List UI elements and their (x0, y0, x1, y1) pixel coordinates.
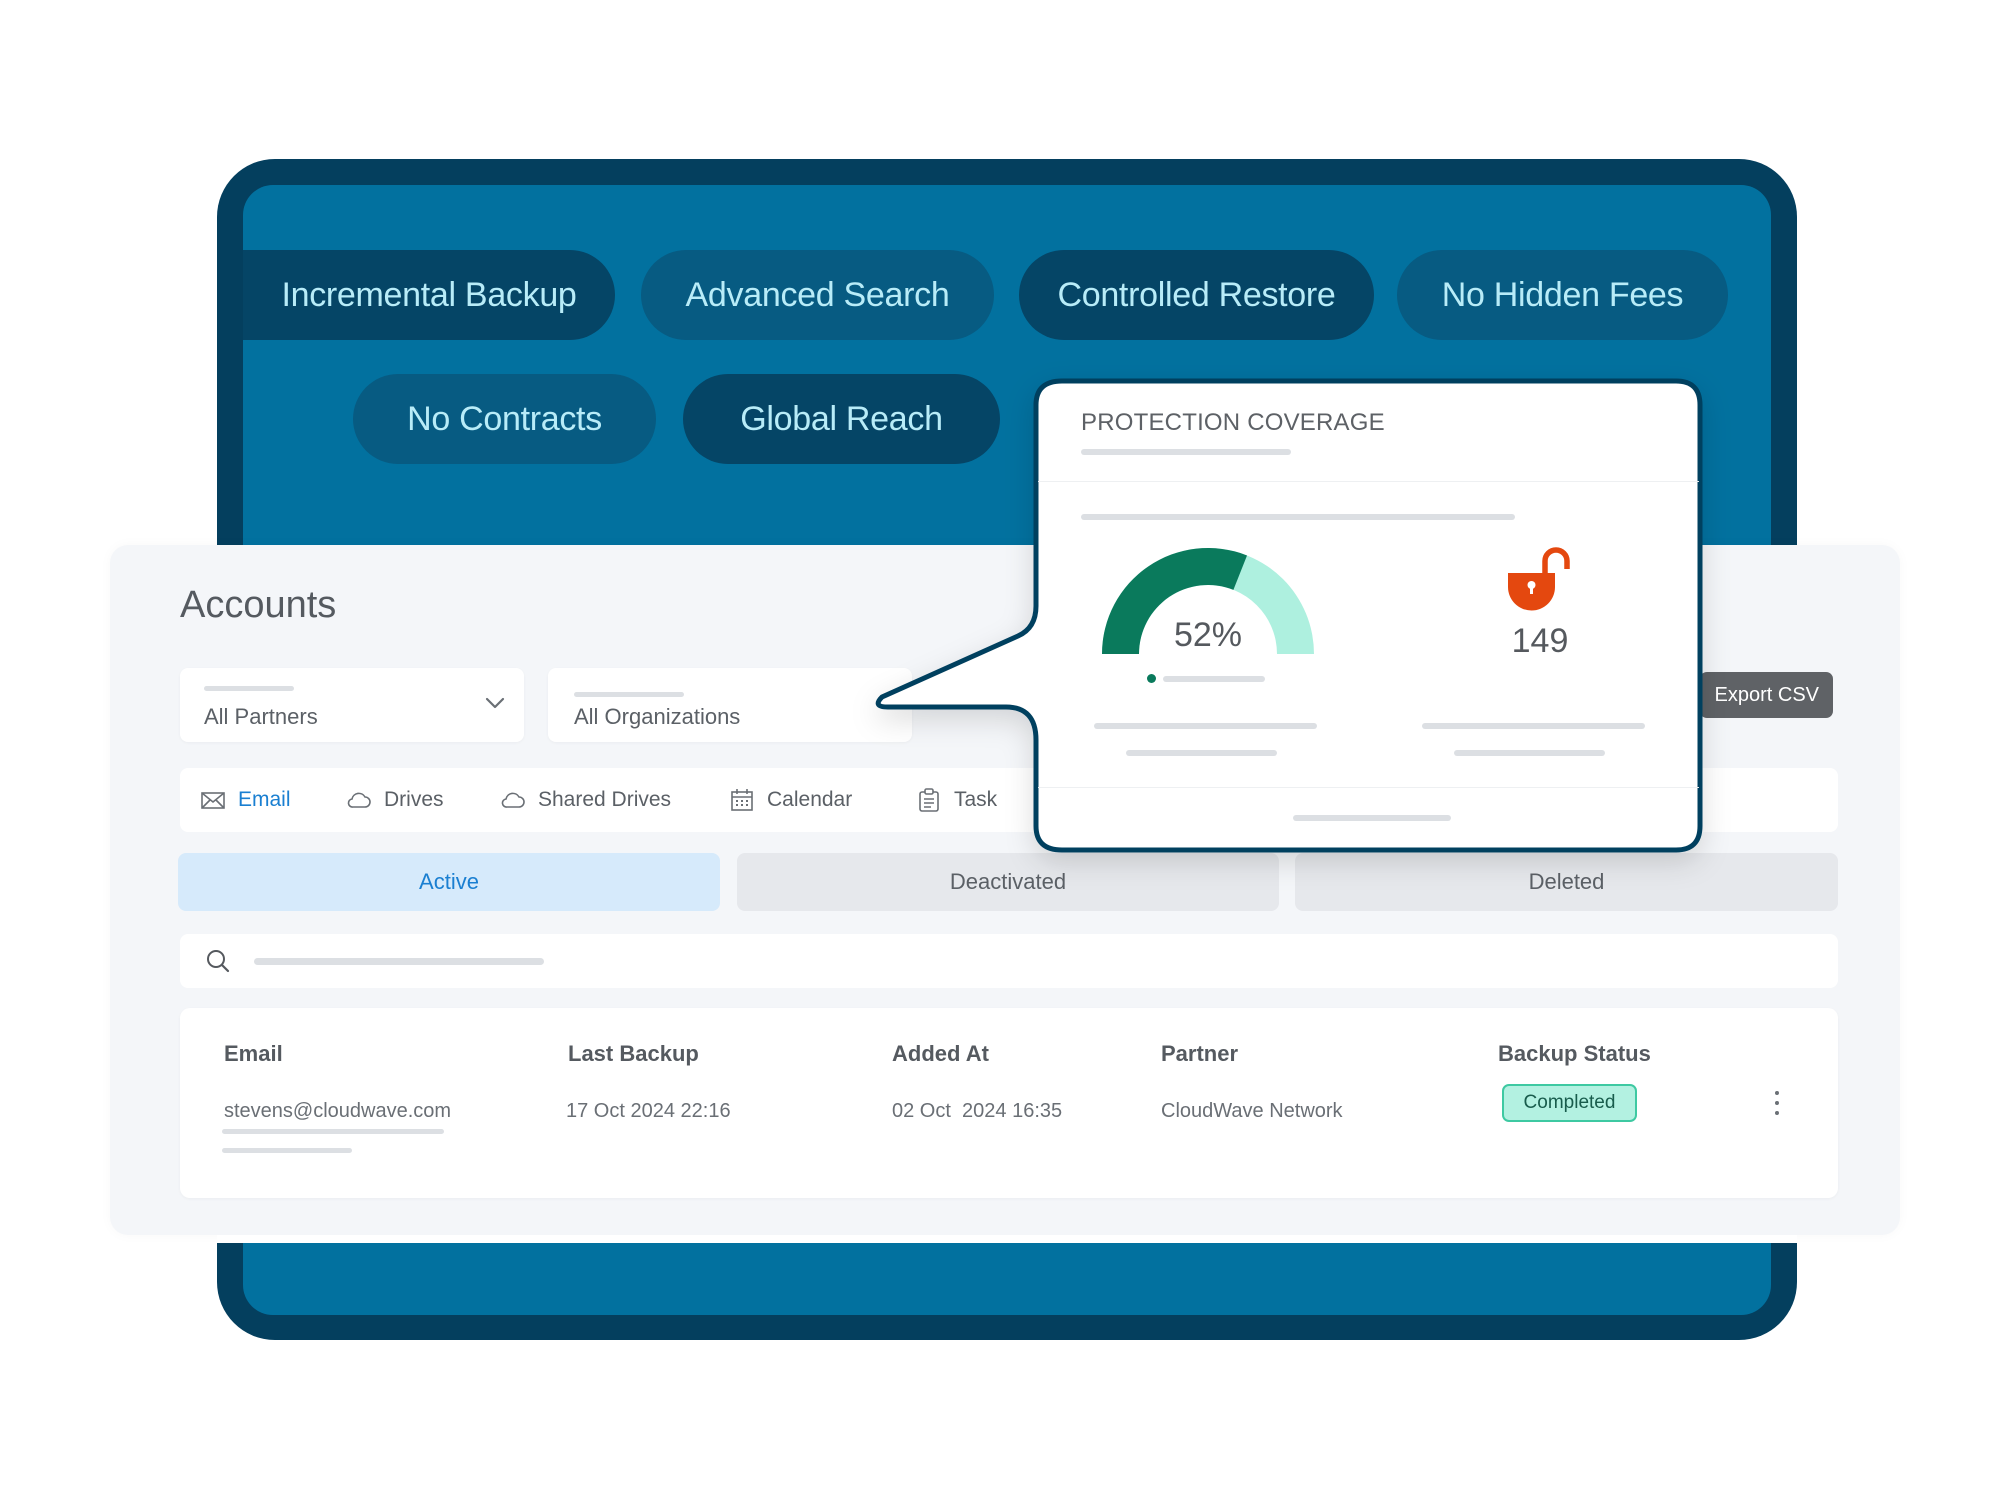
unprotected-count: 149 (1511, 622, 1569, 660)
row-more-menu[interactable] (1770, 1090, 1784, 1116)
tab-deleted[interactable]: Deleted (1295, 853, 1838, 911)
row-detail-placeholder (222, 1148, 352, 1153)
tab-drives-label: Drives (384, 788, 444, 811)
feature-pill-no-hidden-fees: No Hidden Fees (1397, 250, 1728, 340)
popup-divider (1038, 481, 1699, 482)
column-header-added-at: Added At (892, 1041, 989, 1066)
popup-divider (1038, 787, 1699, 788)
dropdown-label-placeholder (204, 686, 294, 691)
tab-shared-drives-label: Shared Drives (538, 788, 672, 811)
tab-task[interactable]: Task (916, 768, 997, 832)
column-header-email: Email (224, 1041, 283, 1066)
unlocked-padlock-icon (1508, 547, 1570, 611)
cell-partner: CloudWave Network (1161, 1100, 1343, 1122)
popup-title: PROTECTION COVERAGE (1081, 409, 1385, 436)
column-header-last-backup: Last Backup (568, 1041, 699, 1066)
feature-pill-incremental-backup: Incremental Backup (243, 250, 615, 340)
column-header-backup-status: Backup Status (1498, 1041, 1651, 1066)
tab-shared-drives[interactable]: Shared Drives (500, 768, 671, 832)
cell-last-backup: 17 Oct 2024 22:16 (566, 1100, 731, 1122)
cloud-icon (501, 792, 525, 808)
chevron-down-icon (485, 697, 505, 709)
tab-drives[interactable]: Drives (346, 768, 444, 832)
coverage-percent: 52% (1173, 616, 1243, 654)
cell-email: stevens@cloudwave.com (224, 1100, 452, 1122)
tab-email-label: Email (238, 788, 291, 811)
tab-email[interactable]: Email (200, 768, 291, 832)
row-detail-placeholder (222, 1129, 444, 1134)
partners-dropdown[interactable]: All Partners (180, 668, 524, 742)
tab-calendar[interactable]: Calendar (729, 768, 852, 832)
kebab-dot (1775, 1101, 1779, 1105)
stat-placeholder-bar (1454, 750, 1605, 756)
footer-placeholder-bar (1293, 815, 1451, 821)
stat-placeholder-bar (1094, 723, 1317, 729)
panel-gap (217, 1235, 1797, 1243)
search-input[interactable] (180, 934, 1838, 988)
status-badge: Completed (1502, 1084, 1637, 1122)
protection-coverage-popup: PROTECTION COVERAGE 52% 149 (1038, 381, 1699, 850)
stat-placeholder-bar (1422, 723, 1645, 729)
feature-pill-advanced-search: Advanced Search (641, 250, 994, 340)
partners-dropdown-value: All Partners (204, 704, 318, 729)
column-header-partner: Partner (1161, 1041, 1239, 1066)
accounts-table: Email Last Backup Added At Partner Backu… (180, 1008, 1838, 1198)
kebab-dot (1775, 1091, 1779, 1095)
stat-placeholder-bar (1126, 750, 1277, 756)
search-icon (207, 950, 230, 973)
kebab-dot (1775, 1111, 1779, 1115)
tab-task-label: Task (954, 788, 998, 811)
feature-pill-global-reach: Global Reach (683, 374, 1000, 464)
organizations-dropdown-value: All Organizations (574, 704, 741, 729)
organizations-dropdown[interactable]: All Organizations (548, 668, 912, 742)
legend-label-placeholder (1163, 676, 1265, 682)
tab-active[interactable]: Active (178, 853, 720, 911)
calendar-icon (731, 789, 753, 811)
envelope-icon (201, 792, 225, 809)
subtitle-placeholder-bar (1081, 514, 1515, 520)
tab-calendar-label: Calendar (767, 788, 853, 811)
feature-pill-no-contracts: No Contracts (353, 374, 656, 464)
search-placeholder-bar (254, 958, 544, 965)
cell-added-at: 02 Oct 2024 16:35 (892, 1100, 1063, 1122)
clipboard-icon (919, 788, 939, 812)
tab-deactivated[interactable]: Deactivated (737, 853, 1279, 911)
feature-pill-controlled-restore: Controlled Restore (1019, 250, 1374, 340)
page-title: Accounts (180, 584, 337, 626)
cloud-icon (347, 792, 371, 808)
dropdown-label-placeholder (574, 692, 684, 697)
title-underline-placeholder (1081, 449, 1291, 455)
legend-dot (1147, 674, 1156, 683)
export-csv-button[interactable]: Export CSV (1700, 672, 1833, 718)
